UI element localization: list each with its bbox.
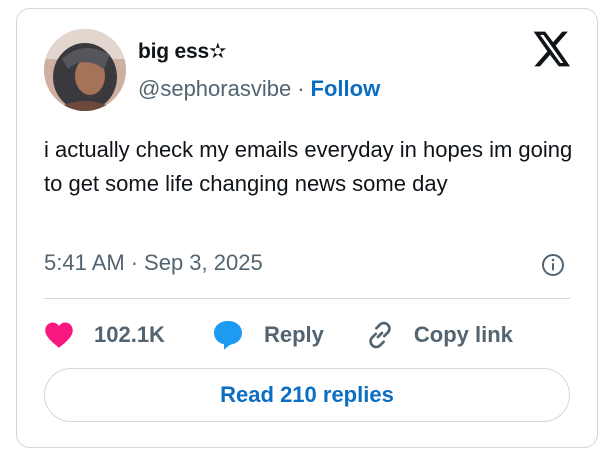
tweet-timestamp[interactable]: 5:41 AM · Sep 3, 2025: [44, 250, 263, 276]
divider: [44, 298, 570, 299]
read-replies-button[interactable]: Read 210 replies: [44, 368, 570, 422]
author-display-name[interactable]: big ess✫: [138, 39, 227, 64]
tweet-date: Sep 3, 2025: [144, 250, 263, 275]
reply-label: Reply: [263, 322, 324, 347]
author-handle[interactable]: @sephorasvibe: [138, 76, 291, 101]
timestamp-separator: ·: [130, 250, 139, 275]
author-handle-row: @sephorasvibe · Follow: [138, 76, 380, 102]
link-icon: [369, 321, 391, 349]
info-icon[interactable]: [541, 253, 565, 277]
speech-bubble-icon: [213, 321, 242, 350]
reply-button[interactable]: Reply: [212, 319, 324, 351]
tweet-text: i actually check my emails everyday in h…: [44, 137, 573, 196]
tweet-actions: 102.1K Reply Copy link: [44, 315, 513, 355]
handle-separator: ·: [297, 76, 305, 101]
avatar-image: [44, 29, 126, 111]
heart-icon: [45, 322, 73, 348]
like-count: 102.1K: [94, 322, 165, 347]
avatar[interactable]: [44, 29, 126, 111]
tweet-time: 5:41 AM: [44, 250, 125, 275]
tweet-embed-card: big ess✫ @sephorasvibe · Follow i actually…: [16, 8, 598, 448]
follow-button[interactable]: Follow: [311, 76, 381, 101]
x-logo-icon[interactable]: [532, 30, 572, 68]
copy-link-label: Copy link: [413, 322, 513, 347]
copy-link-button[interactable]: Copy link: [364, 319, 513, 351]
like-button[interactable]: 102.1K: [44, 321, 165, 349]
